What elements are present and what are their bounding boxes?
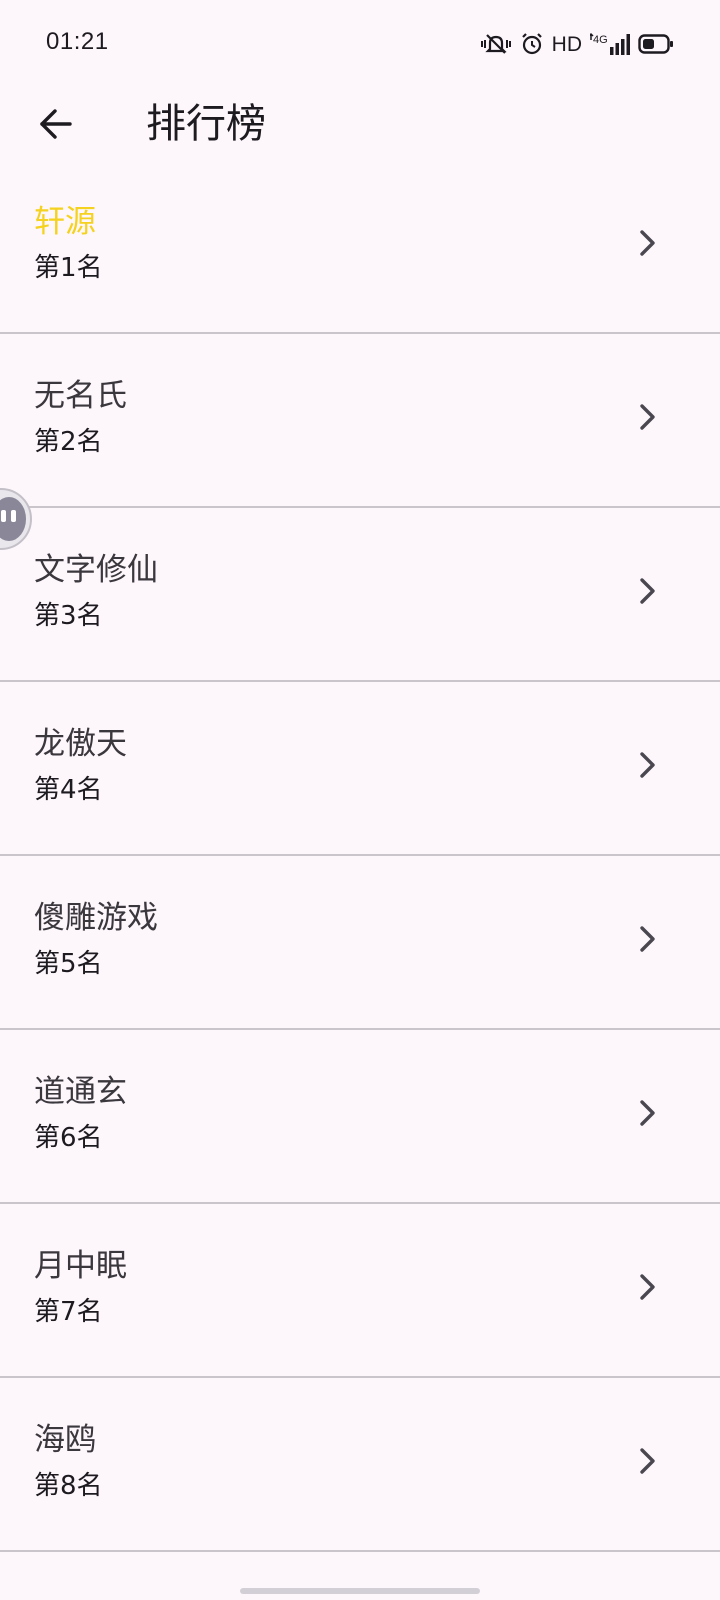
- chevron-right-icon: [640, 1448, 655, 1474]
- chevron-right-icon: [640, 1274, 655, 1300]
- player-name: 文字修仙: [34, 552, 158, 588]
- player-rank: 第7名: [34, 1297, 103, 1327]
- 4g-signal-icon: 4G: [590, 32, 630, 56]
- player-rank: 第1名: [34, 253, 103, 283]
- leaderboard-item[interactable]: 月中眠 第7名: [0, 1204, 720, 1378]
- leaderboard-item[interactable]: 龙傲天 第4名: [0, 682, 720, 856]
- leaderboard-list: 轩源 第1名 无名氏 第2名 文字修仙 第3名 龙傲天 第4名 傻雕游戏 第5名…: [0, 160, 720, 1552]
- chevron-right-icon: [640, 578, 655, 604]
- player-rank: 第5名: [34, 949, 103, 979]
- chevron-right-icon: [640, 752, 655, 778]
- assistant-face-icon: [0, 497, 26, 541]
- gesture-nav-bar[interactable]: [240, 1588, 480, 1594]
- player-rank: 第8名: [34, 1471, 103, 1501]
- hd-icon: HD: [551, 32, 582, 56]
- status-bar: 01:21 HD 4G: [0, 0, 720, 86]
- leaderboard-item[interactable]: 无名氏 第2名: [0, 334, 720, 508]
- alarm-icon: [520, 32, 544, 56]
- player-name: 道通玄: [34, 1074, 127, 1110]
- leaderboard-item[interactable]: 轩源 第1名: [0, 160, 720, 334]
- arrow-left-icon: [40, 109, 72, 139]
- player-rank: 第4名: [34, 775, 103, 805]
- leaderboard-item[interactable]: 海鸥 第8名: [0, 1378, 720, 1552]
- player-name: 无名氏: [34, 378, 127, 414]
- status-time: 01:21: [46, 28, 109, 55]
- player-rank: 第3名: [34, 601, 103, 631]
- leaderboard-item[interactable]: 文字修仙 第3名: [0, 508, 720, 682]
- leaderboard-item[interactable]: 道通玄 第6名: [0, 1030, 720, 1204]
- chevron-right-icon: [640, 926, 655, 952]
- page-title: 排行榜: [146, 101, 266, 147]
- status-icons: HD 4G: [480, 28, 674, 60]
- chevron-right-icon: [640, 1100, 655, 1126]
- vibrate-mute-icon: [480, 32, 512, 56]
- player-name: 海鸥: [34, 1422, 96, 1458]
- player-name: 月中眠: [34, 1248, 127, 1284]
- player-name: 龙傲天: [34, 726, 127, 762]
- player-rank: 第2名: [34, 427, 103, 457]
- battery-icon: [638, 33, 674, 55]
- chevron-right-icon: [640, 404, 655, 430]
- leaderboard-item[interactable]: 傻雕游戏 第5名: [0, 856, 720, 1030]
- player-name: 傻雕游戏: [34, 900, 158, 936]
- chevron-right-icon: [640, 230, 655, 256]
- screen: 01:21 HD 4G 排行榜 轩源 第1名 无名氏 第2名 文字修仙 第3名 …: [0, 0, 720, 1600]
- svg-text:4G: 4G: [593, 34, 608, 46]
- back-button[interactable]: [24, 92, 88, 156]
- player-name: 轩源: [34, 204, 96, 240]
- player-rank: 第6名: [34, 1123, 103, 1153]
